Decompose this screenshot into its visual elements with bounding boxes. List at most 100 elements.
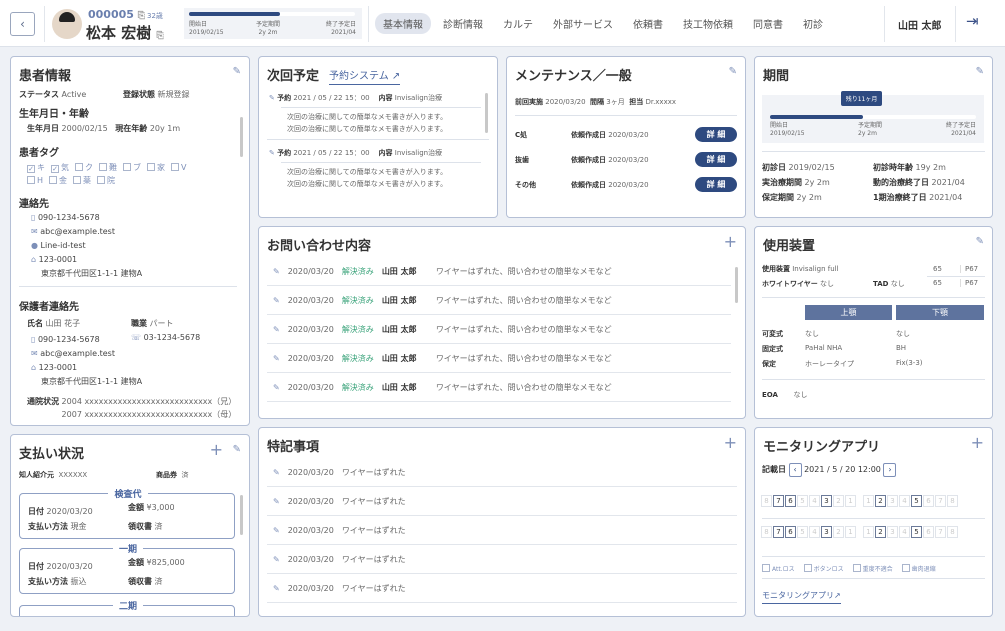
tab-5[interactable]: 技工物依頼 [675,13,741,34]
checkbox[interactable] [27,176,35,184]
tooth-box[interactable]: 3 [821,526,832,538]
tooth-box[interactable]: 6 [923,526,934,538]
tooth-box[interactable]: 6 [785,526,796,538]
edit-icon[interactable]: ✎ [729,66,737,77]
tooth-box[interactable]: 1 [863,495,874,507]
edit-icon[interactable]: ✎ [976,66,984,77]
tooth-box[interactable]: 8 [761,526,772,538]
tooth-box[interactable]: 5 [911,526,922,538]
tab-3[interactable]: 外部サービス [545,13,621,34]
add-icon[interactable]: + [210,440,223,459]
logout-icon[interactable]: ⇥ [966,12,979,30]
note-row[interactable]: ✎ 2020/03/20 ワイヤーはずれた [267,516,737,545]
checkbox[interactable]: ✓ [51,165,59,173]
note-row[interactable]: ✎ 2020/03/20 ワイヤーはずれた [267,487,737,516]
detail-button[interactable]: 詳 細 [695,152,737,167]
inquiry-row[interactable]: ✎ 2020/03/20 解決済み 山田 太郎 ワイヤーはずれた、問い合わせの簡単なメモ… [267,344,731,373]
tooth-box[interactable]: 6 [785,495,796,507]
tooth-box[interactable]: 5 [797,495,808,507]
reservation-system-link[interactable]: 予約システム ↗ [329,67,401,85]
edit-icon[interactable]: ✎ [233,66,241,77]
inquiry-row[interactable]: ✎ 2020/03/20 解決済み 山田 太郎 ワイヤーはずれた、問い合わせの簡単なメモ… [267,286,731,315]
tag-checkbox[interactable]: 難 [99,161,117,174]
tab-6[interactable]: 同意書 [745,13,791,34]
inquiry-row[interactable]: ✎ 2020/03/20 解決済み 山田 太郎 ワイヤーはずれた、問い合わせの簡単なメモ… [267,315,731,344]
copy-icon[interactable]: ⎘ [156,31,163,41]
tooth-box[interactable]: 8 [761,495,772,507]
copy-icon[interactable]: ⎘ [138,11,145,21]
note-row[interactable]: ✎ 2020/03/20 ワイヤーはずれた [267,458,737,487]
checkbox[interactable] [803,564,812,572]
add-icon[interactable]: + [724,433,737,452]
detail-button[interactable]: 詳 細 [695,127,737,142]
tooth-box[interactable]: 7 [773,495,784,507]
tooth-box[interactable]: 1 [845,495,856,507]
checkbox[interactable]: ✓ [27,165,35,173]
tag-checkbox[interactable]: ブ [123,161,141,174]
edit-icon[interactable]: ✎ [273,383,280,392]
tooth-box[interactable]: 8 [947,495,958,507]
tooth-box[interactable]: 7 [773,526,784,538]
checkbox[interactable] [147,163,155,171]
tooth-box[interactable]: 2 [833,526,844,538]
edit-icon[interactable]: ✎ [273,325,280,334]
tooth-box[interactable]: 1 [863,526,874,538]
edit-icon[interactable]: ✎ [269,94,275,102]
tooth-box[interactable]: 7 [935,495,946,507]
tooth-box[interactable]: 2 [833,495,844,507]
edit-icon[interactable]: ✎ [273,555,280,564]
tag-checkbox[interactable]: ✓ 気 [51,161,69,174]
issue-checkbox[interactable]: ボタンロス [803,564,844,573]
prev-date-button[interactable]: ‹ [788,463,802,477]
next-date-button[interactable]: › [883,463,897,477]
checkbox[interactable] [762,564,770,572]
tag-checkbox[interactable]: 金 [49,174,67,187]
tooth-box[interactable]: 4 [809,526,820,538]
tooth-box[interactable]: 4 [809,495,820,507]
scrollbar[interactable] [485,93,488,133]
tooth-box[interactable]: 3 [887,495,898,507]
note-row[interactable]: ✎ 2020/03/20 ワイヤーはずれた [267,545,737,574]
scrollbar[interactable] [240,117,243,157]
edit-icon[interactable]: ✎ [233,444,241,455]
checkbox[interactable] [171,163,179,171]
tooth-box[interactable]: 6 [923,495,934,507]
tag-checkbox[interactable]: 家 [147,161,165,174]
tab-0[interactable]: 基本情報 [375,13,431,34]
tab-1[interactable]: 診断情報 [435,13,491,34]
edit-icon[interactable]: ✎ [269,149,275,157]
checkbox[interactable] [901,564,910,572]
issue-checkbox[interactable]: 重度不適合 [852,564,893,573]
edit-icon[interactable]: ✎ [273,468,280,477]
tooth-box[interactable]: 4 [899,495,910,507]
note-row[interactable]: ✎ 2020/03/20 ワイヤーはずれた [267,574,737,603]
edit-icon[interactable]: ✎ [273,526,280,535]
tab-4[interactable]: 依頼書 [625,13,671,34]
edit-icon[interactable]: ✎ [273,584,280,593]
add-icon[interactable]: + [971,433,984,452]
edit-icon[interactable]: ✎ [273,296,280,305]
tooth-box[interactable]: 5 [911,495,922,507]
issue-checkbox[interactable]: Att.ロス [762,564,795,573]
checkbox[interactable] [97,176,106,184]
tab-2[interactable]: カルテ [495,13,541,34]
scrollbar[interactable] [240,495,243,535]
payment-item[interactable]: 一期 日付 2020/03/20 金額 ¥825,000 支払い方法 振込 領収… [19,545,235,594]
tooth-box[interactable]: 3 [887,526,898,538]
payment-item[interactable]: 検査代 日付 2020/03/20 金額 ¥3,000 支払い方法 現金 領収書… [19,490,235,539]
tag-checkbox[interactable]: H [27,174,43,187]
edit-icon[interactable]: ✎ [273,354,280,363]
tag-checkbox[interactable]: 院 [97,174,115,187]
checkbox[interactable] [123,163,131,171]
issue-checkbox[interactable]: 歯肉退縮 [901,564,936,573]
edit-icon[interactable]: ✎ [273,267,280,276]
add-icon[interactable]: + [724,232,737,251]
tooth-box[interactable]: 8 [947,526,958,538]
detail-button[interactable]: 詳 細 [695,177,737,192]
checkbox[interactable] [49,176,58,184]
tag-checkbox[interactable]: ✓ キ [27,161,45,174]
scrollbar[interactable] [735,267,738,303]
checkbox[interactable] [75,163,83,171]
inquiry-row[interactable]: ✎ 2020/03/20 解決済み 山田 太郎 ワイヤーはずれた、問い合わせの簡単なメモ… [267,373,731,402]
tooth-box[interactable]: 2 [875,526,886,538]
